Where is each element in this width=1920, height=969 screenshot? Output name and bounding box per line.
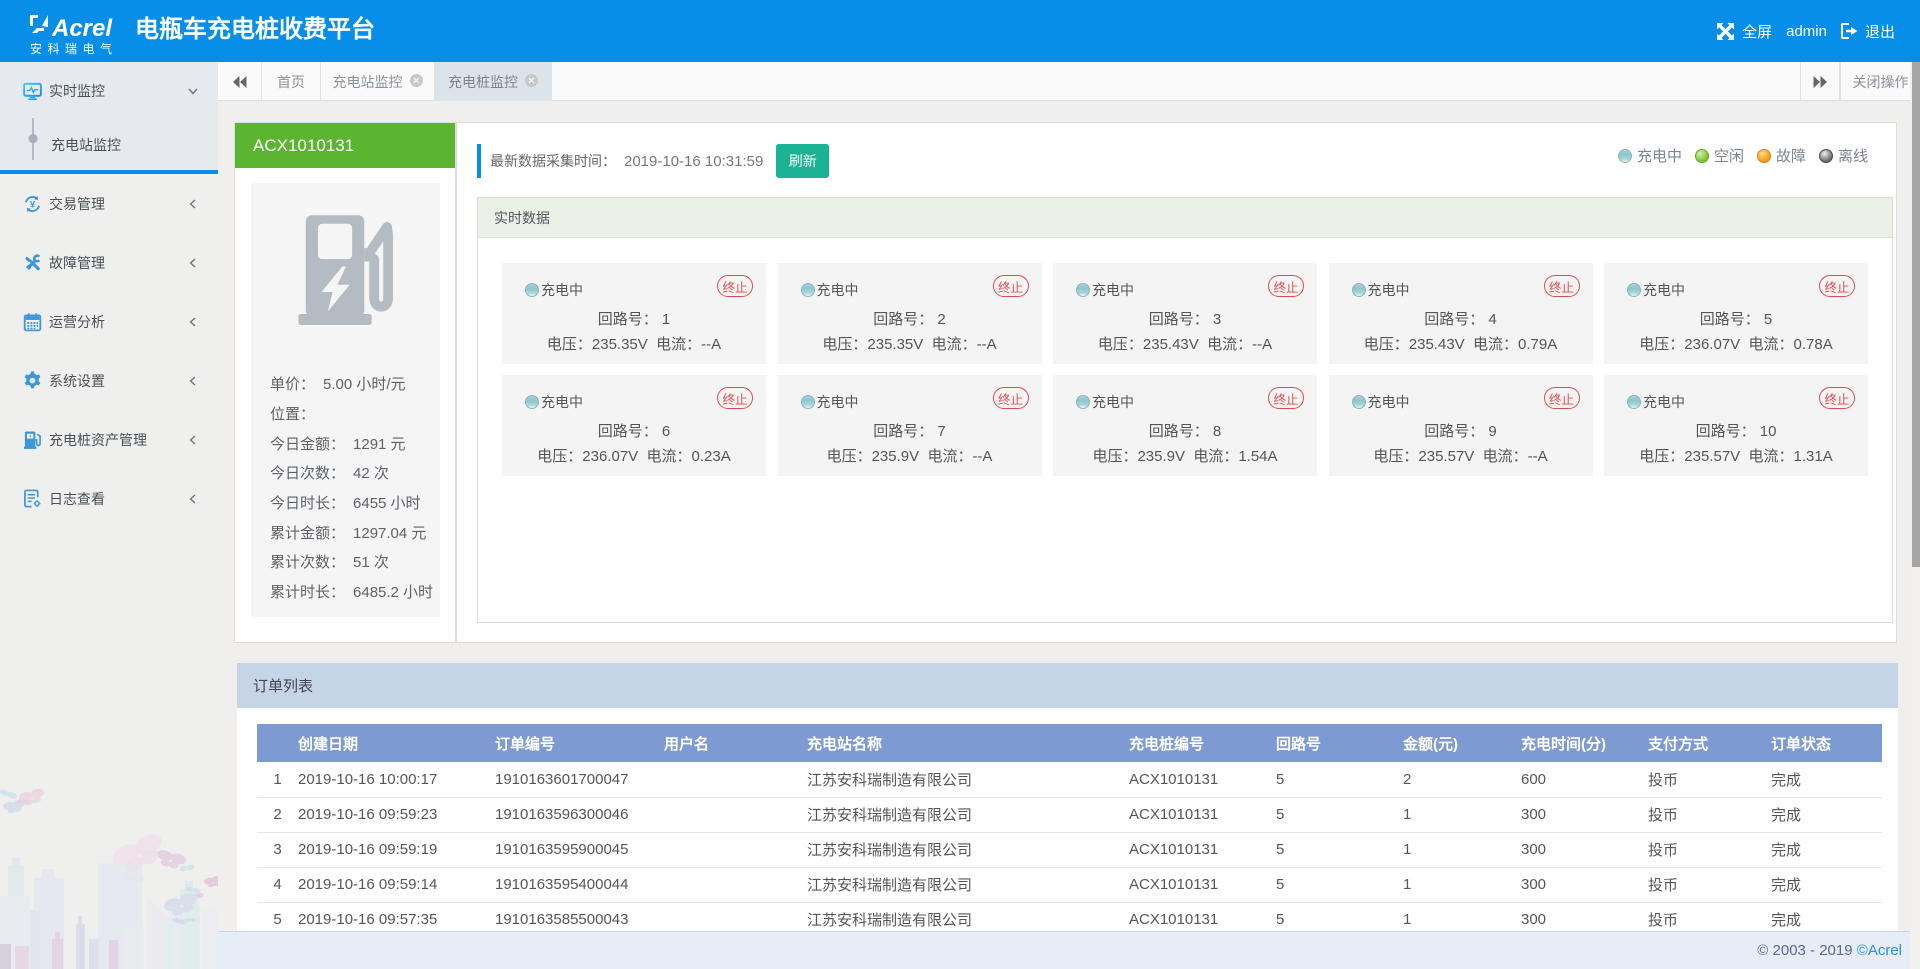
svg-text:¥: ¥ [30,199,36,210]
